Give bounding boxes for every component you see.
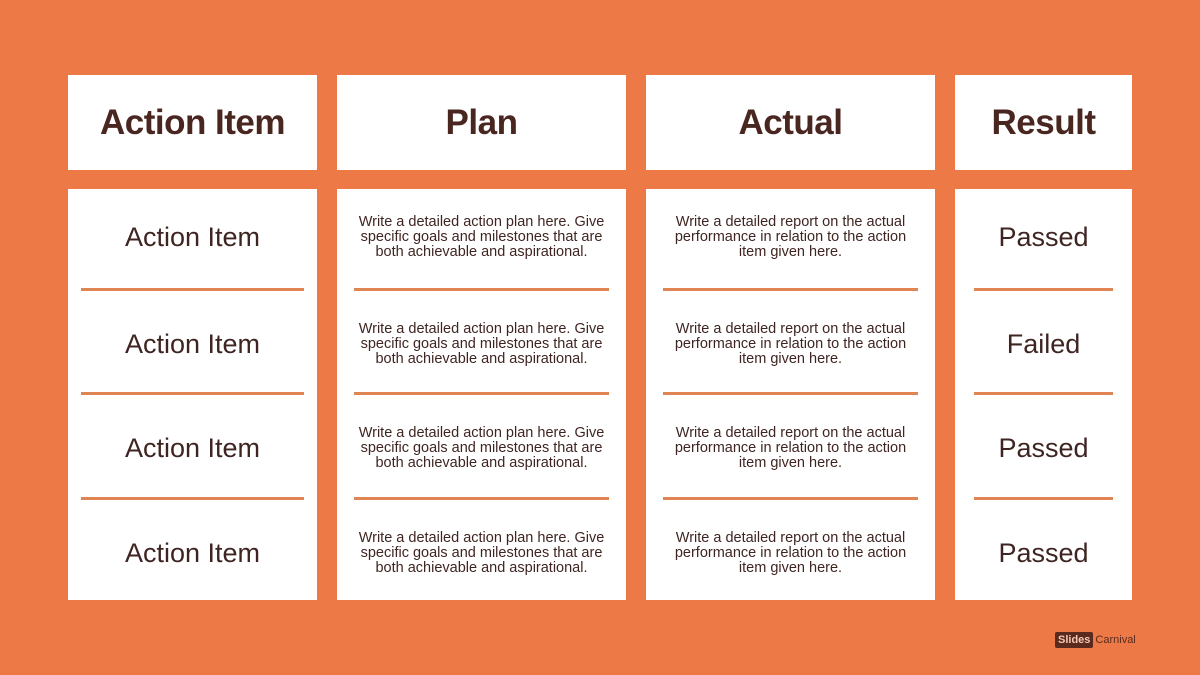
row-divider	[354, 496, 609, 500]
logo-part-slides: Slides	[1055, 632, 1094, 648]
plan-cell: Write a detailed action plan here. Give …	[358, 529, 605, 576]
action-item-cell: Action Item	[124, 433, 261, 464]
header-action-item: Action Item	[68, 75, 317, 170]
actual-cell: Write a detailed report on the actual pe…	[674, 529, 907, 576]
header-actual: Actual	[646, 75, 935, 170]
result-cell: Passed	[998, 433, 1089, 464]
actual-cell: Write a detailed report on the actual pe…	[674, 214, 907, 260]
row-divider	[81, 287, 304, 291]
actual-cell: Write a detailed report on the actual pe…	[674, 425, 907, 472]
row-divider	[974, 287, 1113, 291]
actual-column: Write a detailed report on the actual pe…	[646, 189, 935, 600]
row-divider	[663, 392, 918, 395]
logo-part-carnival: Carnival	[1095, 634, 1136, 646]
header-plan: Plan	[337, 75, 626, 170]
row-divider	[974, 392, 1113, 395]
row-divider	[354, 287, 609, 291]
plan-column: Write a detailed action plan here. Give …	[337, 189, 626, 600]
row-divider	[354, 392, 609, 395]
action-item-column: Action Item Action Item Action Item Action …	[68, 189, 317, 600]
action-item-cell: Action Item	[124, 222, 261, 252]
row-divider	[663, 287, 918, 291]
row-divider	[81, 392, 304, 395]
action-item-cell: Action Item	[124, 537, 261, 568]
slidescarnival-logo: Slides Carnival	[1055, 632, 1136, 648]
result-cell: Failed	[1006, 328, 1081, 359]
row-divider	[81, 496, 304, 500]
result-column: Passed Failed Passed Passed	[955, 189, 1132, 600]
row-divider	[663, 496, 918, 500]
plan-cell: Write a detailed action plan here. Give …	[358, 320, 605, 367]
plan-cell: Write a detailed action plan here. Give …	[358, 214, 605, 260]
result-cell: Passed	[998, 537, 1089, 568]
result-cell: Passed	[998, 222, 1089, 252]
header-result: Result	[955, 75, 1132, 170]
actual-cell: Write a detailed report on the actual pe…	[674, 320, 907, 367]
action-item-cell: Action Item	[124, 328, 261, 359]
plan-cell: Write a detailed action plan here. Give …	[358, 425, 605, 472]
row-divider	[974, 496, 1113, 500]
